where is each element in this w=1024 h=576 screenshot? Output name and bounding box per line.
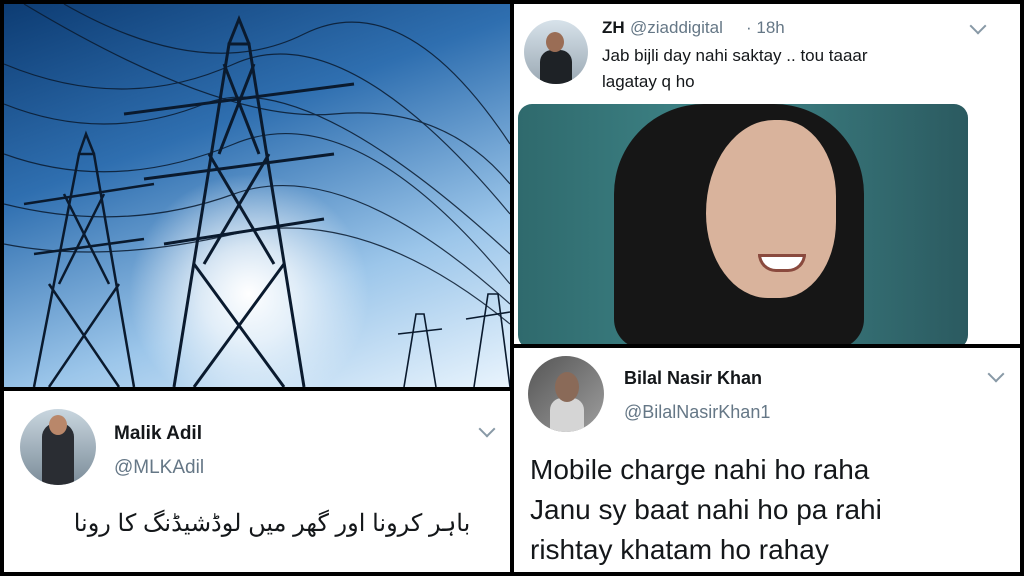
timestamp[interactable]: · 18h <box>746 18 785 38</box>
handle[interactable]: @MLKAdil <box>114 457 204 479</box>
tweet-bilal-nasir-khan: Bilal Nasir Khan @BilalNasirKhan1 Mobile… <box>514 348 1020 572</box>
chevron-down-icon[interactable] <box>478 420 496 438</box>
tweet-zh: ZH @ziaddigital · 18h Jab bijli day nahi… <box>514 4 1020 344</box>
pylons-illustration <box>4 4 510 387</box>
tweet-text-line-3: rishtay khatam ho rahay <box>530 534 829 565</box>
avatar[interactable] <box>524 20 588 84</box>
display-name[interactable]: Bilal Nasir Khan <box>624 368 762 389</box>
display-name[interactable]: Malik Adil <box>114 423 202 445</box>
avatar-figure <box>540 50 572 84</box>
chevron-down-icon[interactable] <box>969 17 987 35</box>
handle[interactable]: @BilalNasirKhan1 <box>624 402 770 423</box>
handle[interactable]: @ziaddigital <box>630 18 723 38</box>
avatar-face <box>546 32 564 52</box>
tweet-text-line-2: lagatay q ho <box>602 72 695 91</box>
chevron-down-icon[interactable] <box>987 365 1005 383</box>
display-name[interactable]: ZH <box>602 18 625 38</box>
avatar[interactable] <box>528 356 604 432</box>
avatar[interactable] <box>20 409 96 485</box>
power-pylons-photo <box>4 4 510 387</box>
avatar-face <box>555 372 579 402</box>
tweet-text-line-2: Janu sy baat nahi ho pa rahi <box>530 494 882 525</box>
pylon-distant <box>397 293 510 387</box>
avatar-figure <box>550 398 584 432</box>
tweet-media-image[interactable] <box>518 104 968 344</box>
tweet-text: باہر کرونا اور گھر میں لوڈشیڈنگ کا رونا <box>73 510 471 537</box>
tweet-text-line-1: Mobile charge nahi ho raha <box>530 454 870 485</box>
sun-glare <box>129 174 369 387</box>
tweet-text-line-1: Jab bijli day nahi saktay .. tou taaar <box>602 46 868 65</box>
tweet-malik-adil: Malik Adil @MLKAdil باہر کرونا اور گھر م… <box>4 391 510 572</box>
avatar-face <box>49 415 67 435</box>
